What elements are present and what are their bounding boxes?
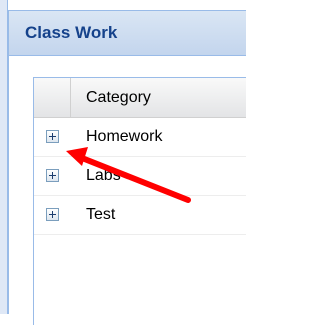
table-row[interactable]: Homework <box>34 118 246 157</box>
class-work-panel: Class Work Category Homework Labs Test <box>8 10 246 325</box>
panel-header: Class Work <box>9 11 246 56</box>
table-row[interactable]: Labs <box>34 157 246 196</box>
category-grid: Category Homework Labs Test <box>33 77 246 325</box>
plus-box-icon[interactable] <box>46 208 59 221</box>
plus-box-icon[interactable] <box>46 169 59 182</box>
column-header-category[interactable]: Category <box>86 89 151 107</box>
table-row[interactable]: Test <box>34 196 246 235</box>
expander-column-header <box>34 78 71 117</box>
plus-box-icon[interactable] <box>46 130 59 143</box>
panel-title: Class Work <box>25 23 118 42</box>
row-label: Homework <box>86 128 163 145</box>
grid-header: Category <box>34 78 246 118</box>
row-label: Labs <box>86 167 121 184</box>
row-label: Test <box>86 206 116 223</box>
left-border-strip <box>0 0 8 314</box>
